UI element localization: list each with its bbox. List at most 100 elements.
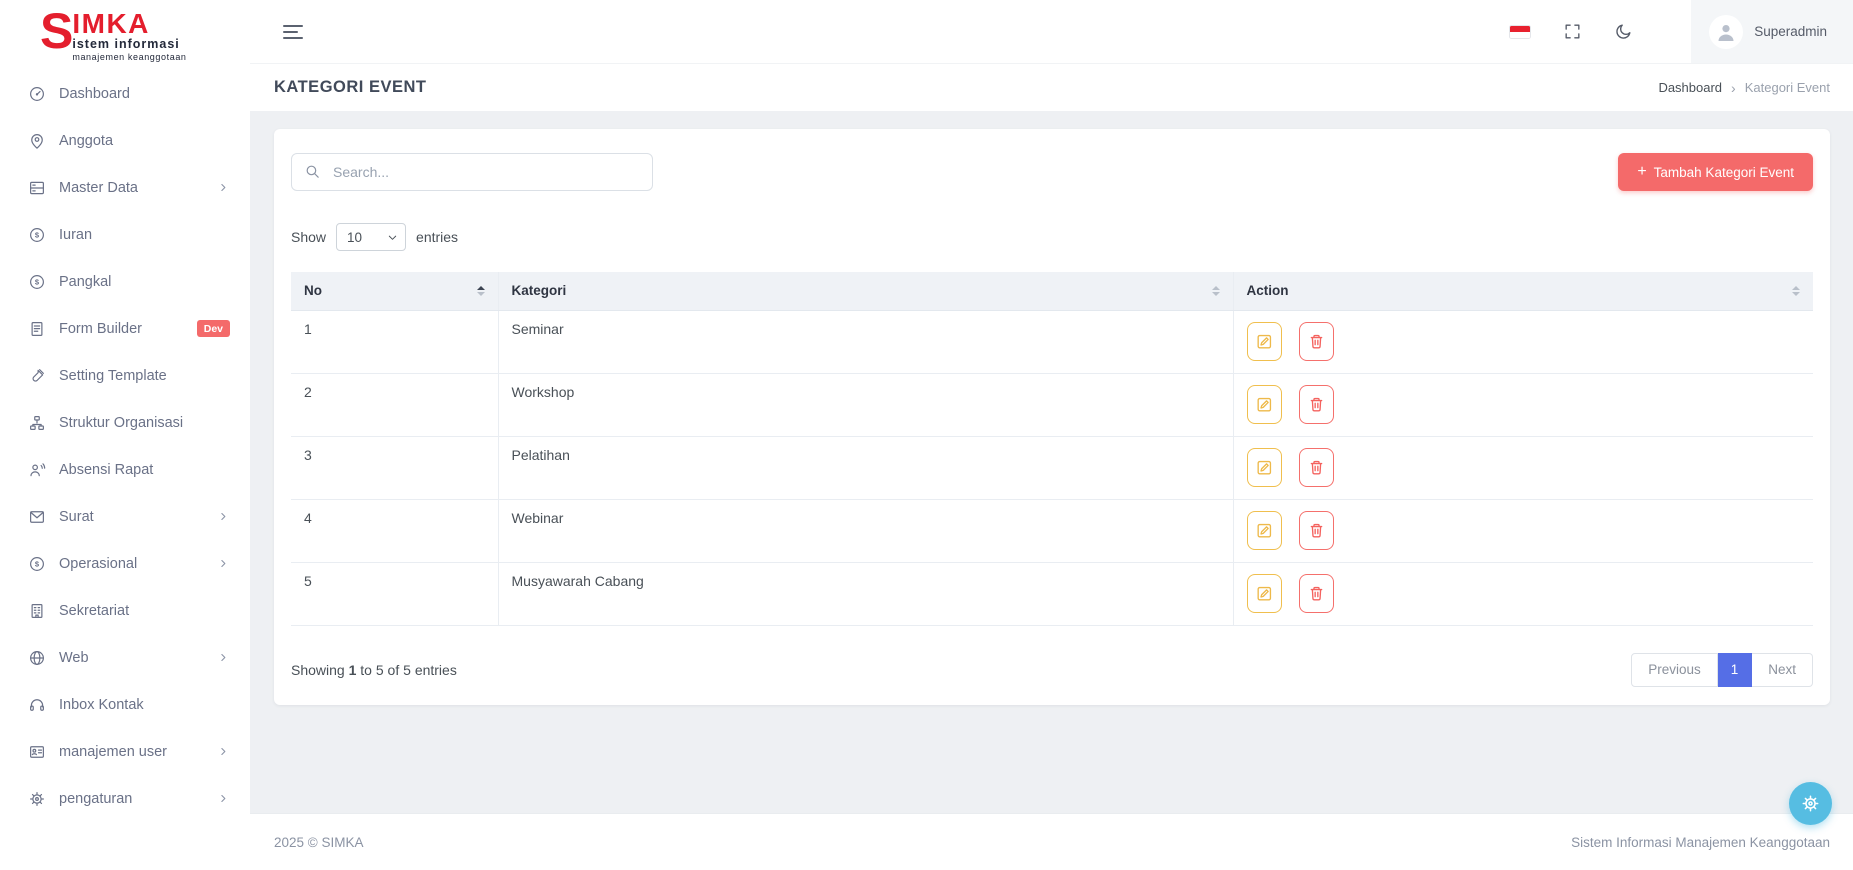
column-header-kategori[interactable]: Kategori (498, 272, 1233, 310)
cell-action (1233, 436, 1813, 499)
pagination-next-button[interactable]: Next (1752, 653, 1813, 687)
entries-label: entries (416, 229, 458, 245)
cell-no: 1 (291, 310, 498, 373)
breadcrumb: Dashboard › Kategori Event (1658, 80, 1830, 96)
sort-icon (1212, 286, 1220, 297)
chevron-right-icon (217, 745, 230, 758)
sidebar-item-operasional[interactable]: $ Operasional (0, 540, 250, 587)
cell-no: 2 (291, 373, 498, 436)
trash-icon (1307, 332, 1326, 351)
edit-button[interactable] (1247, 511, 1282, 550)
sidebar-item-web[interactable]: Web (0, 634, 250, 681)
edit-button[interactable] (1247, 448, 1282, 487)
delete-button[interactable] (1299, 511, 1334, 550)
dev-badge: Dev (197, 320, 230, 337)
mail-icon (28, 508, 46, 526)
building-icon (28, 602, 46, 620)
sidebar-item-surat[interactable]: Surat (0, 493, 250, 540)
column-header-no[interactable]: No (291, 272, 498, 310)
app-root: S IMKA istem informasi manajemen keanggo… (0, 0, 1853, 870)
sidebar-item-iuran[interactable]: $ Iuran (0, 211, 250, 258)
sidebar-item-label: Form Builder (59, 321, 142, 337)
dollar-circle-icon: $ (28, 226, 46, 244)
column-header-action[interactable]: Action (1233, 272, 1813, 310)
entries-info: Showing 1 to 5 of 5 entries (291, 662, 457, 678)
add-button-label: Tambah Kategori Event (1654, 165, 1794, 180)
delete-button[interactable] (1299, 448, 1334, 487)
topbar: Superadmin (250, 0, 1853, 63)
sidebar-item-setting-template[interactable]: Setting Template (0, 352, 250, 399)
edit-button[interactable] (1247, 322, 1282, 361)
cell-kategori: Seminar (498, 310, 1233, 373)
sidebar-item-label: Iuran (59, 227, 92, 243)
pagination-previous-button[interactable]: Previous (1631, 653, 1718, 687)
sidebar-item-label: Surat (59, 509, 94, 525)
sidebar-toggle-button[interactable] (283, 25, 303, 39)
sidebar-item-anggota[interactable]: Anggota (0, 117, 250, 164)
globe-icon (28, 649, 46, 667)
sidebar-item-inbox-kontak[interactable]: Inbox Kontak (0, 681, 250, 728)
brand-tagline-2: manajemen keanggotaan (72, 52, 186, 62)
sidebar-item-struktur-organisasi[interactable]: Struktur Organisasi (0, 399, 250, 446)
dark-mode-button[interactable] (1614, 22, 1633, 41)
sidebar-item-label: Web (59, 650, 89, 666)
dollar-circle-icon: $ (28, 273, 46, 291)
sidebar-item-pengaturan[interactable]: pengaturan (0, 775, 250, 822)
delete-button[interactable] (1299, 385, 1334, 424)
footer-app-name: Sistem Informasi Manajemen Keanggotaan (1571, 835, 1830, 850)
sidebar-item-label: Anggota (59, 133, 113, 149)
sidebar-item-pangkal[interactable]: $ Pangkal (0, 258, 250, 305)
edit-button[interactable] (1247, 574, 1282, 613)
chevron-right-icon (217, 557, 230, 570)
brush-icon (28, 367, 46, 385)
sidebar-item-label: Dashboard (59, 86, 130, 102)
add-kategori-event-button[interactable]: + Tambah Kategori Event (1618, 153, 1813, 191)
sidebar-item-manajemen-user[interactable]: manajemen user (0, 728, 250, 775)
sidebar-item-form-builder[interactable]: Form Builder Dev (0, 305, 250, 352)
search-input[interactable] (291, 153, 653, 191)
user-voice-icon (28, 461, 46, 479)
sort-icon (1792, 286, 1800, 297)
sidebar-item-master-data[interactable]: Master Data (0, 164, 250, 211)
chevron-right-icon (217, 792, 230, 805)
trash-icon (1307, 584, 1326, 603)
sidebar-item-label: Master Data (59, 180, 138, 196)
entries-select[interactable]: 10 (336, 223, 406, 251)
pagination-page-1-button[interactable]: 1 (1718, 653, 1753, 687)
language-flag-button[interactable] (1509, 25, 1531, 39)
trash-icon (1307, 458, 1326, 477)
fullscreen-button[interactable] (1563, 22, 1582, 41)
cell-action (1233, 310, 1813, 373)
table-row: 2 Workshop (291, 373, 1813, 436)
show-label: Show (291, 229, 326, 245)
user-menu[interactable]: Superadmin (1691, 0, 1853, 63)
page-header: KATEGORI EVENT Dashboard › Kategori Even… (250, 63, 1853, 111)
sidebar-item-sekretariat[interactable]: Sekretariat (0, 587, 250, 634)
cell-kategori: Pelatihan (498, 436, 1233, 499)
brand-logo[interactable]: S IMKA istem informasi manajemen keanggo… (0, 0, 250, 70)
id-card-icon (28, 743, 46, 761)
pencil-square-icon (1255, 584, 1274, 603)
map-pin-user-icon (28, 132, 46, 150)
delete-button[interactable] (1299, 322, 1334, 361)
delete-button[interactable] (1299, 574, 1334, 613)
breadcrumb-current: Kategori Event (1745, 80, 1830, 95)
page-content: + Tambah Kategori Event Show 10 entries (250, 111, 1853, 813)
sidebar-item-dashboard[interactable]: Dashboard (0, 70, 250, 117)
breadcrumb-dashboard-link[interactable]: Dashboard (1658, 80, 1722, 95)
page-title: KATEGORI EVENT (274, 78, 426, 97)
brand-initial: S (40, 10, 71, 53)
edit-button[interactable] (1247, 385, 1282, 424)
settings-fab[interactable] (1789, 782, 1832, 825)
pencil-square-icon (1255, 458, 1274, 477)
chevron-right-icon (217, 181, 230, 194)
svg-text:$: $ (35, 230, 40, 239)
sidebar-item-absensi-rapat[interactable]: Absensi Rapat (0, 446, 250, 493)
sidebar-item-label: Sekretariat (59, 603, 129, 619)
gear-icon (1800, 793, 1821, 814)
user-name: Superadmin (1754, 24, 1827, 39)
main-column: Superadmin KATEGORI EVENT Dashboard › Ka… (250, 0, 1853, 870)
table-row: 5 Musyawarah Cabang (291, 562, 1813, 625)
table-row: 4 Webinar (291, 499, 1813, 562)
sort-icon (477, 286, 485, 297)
